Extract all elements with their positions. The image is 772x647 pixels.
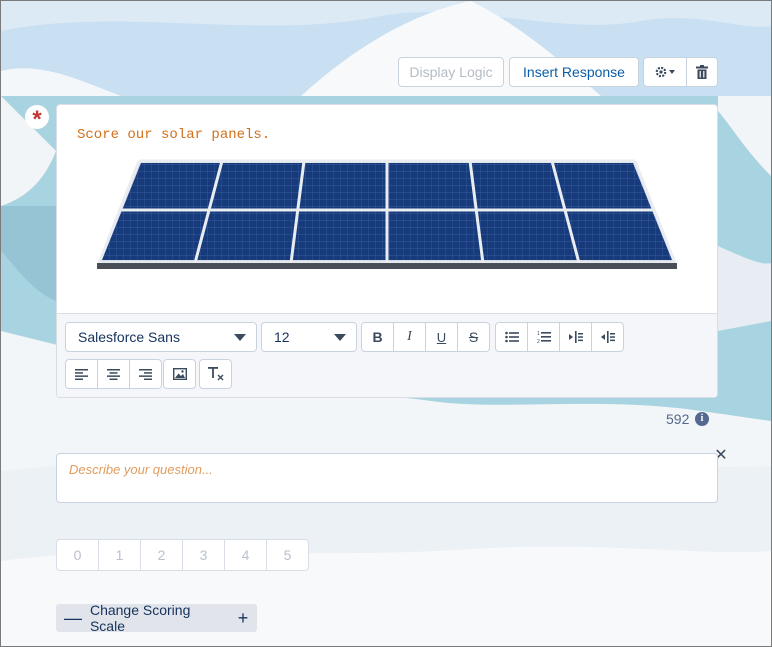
clear-formatting-button[interactable] <box>200 360 231 388</box>
svg-text:2: 2 <box>537 339 540 344</box>
font-size-select[interactable]: 12 <box>261 322 357 352</box>
chevron-down-icon <box>669 70 676 74</box>
font-family-value: Salesforce Sans <box>78 329 180 345</box>
alignment-group <box>65 359 162 389</box>
strikethrough-icon: S <box>468 329 479 345</box>
delete-button[interactable] <box>687 58 717 86</box>
strikethrough-button[interactable]: S <box>458 323 489 351</box>
svg-text:1: 1 <box>537 331 540 337</box>
font-family-select[interactable]: Salesforce Sans <box>65 322 257 352</box>
bold-icon: B <box>372 329 383 345</box>
bullet-list-icon <box>504 331 519 343</box>
question-text[interactable]: Score our solar panels. <box>77 127 270 143</box>
chevron-down-icon <box>334 334 346 341</box>
insert-response-button[interactable]: Insert Response <box>509 57 639 87</box>
question-rich-text-editor[interactable]: Score our solar panels. Salesforce Sans … <box>56 104 718 398</box>
gear-icon <box>655 66 676 78</box>
list-indent-group: 12 <box>495 322 624 352</box>
scale-option[interactable]: 0 <box>57 540 99 570</box>
outdent-button[interactable] <box>592 323 623 351</box>
question-description-input[interactable]: Describe your question... <box>56 453 718 503</box>
trash-icon <box>696 65 709 79</box>
insert-image-button[interactable] <box>164 360 195 388</box>
image-icon <box>172 368 187 380</box>
solar-panel-image <box>97 159 677 269</box>
decrease-scale-button[interactable]: — <box>56 608 90 629</box>
align-right-icon <box>139 368 152 380</box>
align-center-button[interactable] <box>98 360 130 388</box>
indent-button[interactable] <box>560 323 592 351</box>
scale-option[interactable]: 4 <box>225 540 267 570</box>
settings-menu-button[interactable] <box>644 58 688 86</box>
clear-format-group <box>199 359 232 389</box>
text-style-group: B I U S <box>361 322 490 352</box>
scale-option[interactable]: 2 <box>141 540 183 570</box>
outdent-icon <box>600 331 615 343</box>
editor-toolbar: Salesforce Sans 12 B I U S 12 <box>57 313 717 397</box>
align-right-button[interactable] <box>130 360 161 388</box>
align-left-button[interactable] <box>66 360 98 388</box>
required-indicator: * <box>25 105 49 133</box>
underline-button[interactable]: U <box>426 323 458 351</box>
settings-delete-group <box>643 57 718 87</box>
scale-option[interactable]: 5 <box>267 540 308 570</box>
align-left-icon <box>75 368 88 380</box>
character-count: 592 <box>666 411 690 427</box>
numbered-list-button[interactable]: 12 <box>528 323 560 351</box>
change-scoring-scale-control: — Change Scoring Scale + <box>56 602 257 634</box>
increase-scale-button[interactable]: + <box>229 608 257 629</box>
info-icon[interactable]: i <box>695 412 709 426</box>
chevron-down-icon <box>234 334 246 341</box>
indent-icon <box>568 331 583 343</box>
bullet-list-button[interactable] <box>496 323 528 351</box>
italic-icon: I <box>407 329 412 344</box>
scale-option[interactable]: 3 <box>183 540 225 570</box>
italic-button[interactable]: I <box>394 323 426 351</box>
underline-icon: U <box>436 329 447 345</box>
clear-formatting-icon <box>207 367 223 381</box>
numbered-list-icon: 12 <box>537 331 551 344</box>
image-group <box>163 359 196 389</box>
rating-scale: 0 1 2 3 4 5 <box>56 539 309 571</box>
bold-button[interactable]: B <box>362 323 394 351</box>
font-size-value: 12 <box>274 329 290 345</box>
align-center-icon <box>107 368 120 380</box>
display-logic-button[interactable]: Display Logic <box>398 57 504 87</box>
change-scoring-scale-label: Change Scoring Scale <box>89 602 191 634</box>
scale-option[interactable]: 1 <box>99 540 141 570</box>
survey-question-editor: Display Logic Insert Response * Score ou… <box>0 0 772 647</box>
